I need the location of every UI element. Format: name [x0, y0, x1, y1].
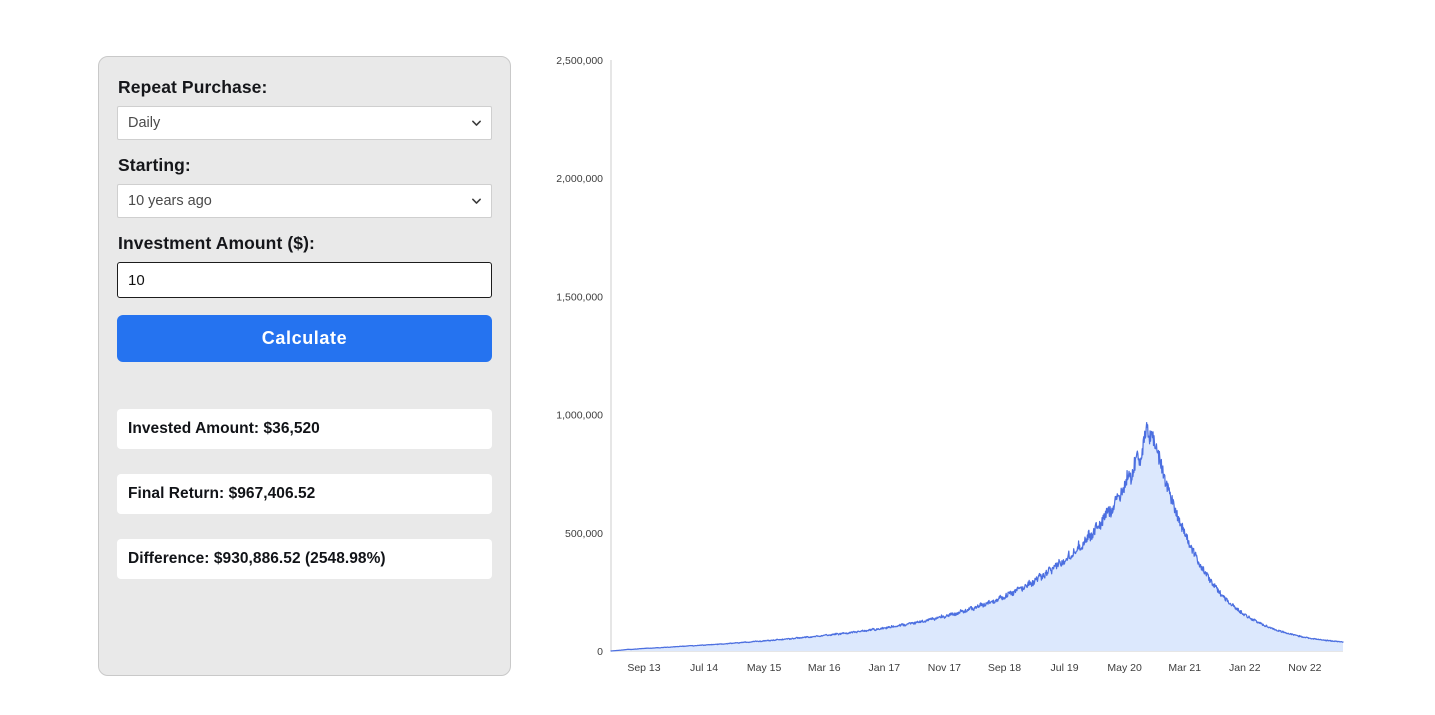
- x-tick-label: Nov 17: [928, 662, 961, 674]
- chart-area-fill: [611, 422, 1343, 651]
- repeat-purchase-value[interactable]: Daily: [117, 106, 492, 140]
- portfolio-value-chart: 0 500,000 1,000,000 1,500,000 2,000,000 2,500…: [540, 48, 1370, 688]
- y-tick-label: 0: [597, 646, 603, 658]
- y-tick-label: 2,000,000: [556, 173, 603, 185]
- x-tick-label: Mar 21: [1168, 662, 1201, 674]
- page-root: Repeat Purchase: Daily Starting: 10 year…: [0, 0, 1435, 715]
- y-tick-label: 500,000: [565, 528, 603, 540]
- x-axis-ticks: Sep 13 Jul 14 May 15 Mar 16 Jan 17 Nov 17 Sep …: [627, 662, 1321, 674]
- calculate-button[interactable]: Calculate: [117, 315, 492, 362]
- starting-select[interactable]: 10 years ago: [117, 184, 492, 218]
- chart-svg: 0 500,000 1,000,000 1,500,000 2,000,000 2,500…: [556, 55, 1344, 674]
- x-tick-label: Nov 22: [1288, 662, 1321, 674]
- x-tick-label: Jan 22: [1229, 662, 1261, 674]
- x-tick-label: Jan 17: [869, 662, 901, 674]
- investment-amount-input[interactable]: 10: [117, 262, 492, 298]
- calculator-panel: Repeat Purchase: Daily Starting: 10 year…: [98, 56, 511, 676]
- y-tick-label: 1,500,000: [556, 291, 603, 303]
- x-tick-label: Jul 19: [1051, 662, 1079, 674]
- starting-value[interactable]: 10 years ago: [117, 184, 492, 218]
- x-tick-label: Mar 16: [808, 662, 841, 674]
- y-axis-ticks: 0 500,000 1,000,000 1,500,000 2,000,000 2,500…: [556, 55, 603, 658]
- result-final-return: Final Return: $967,406.52: [117, 474, 492, 514]
- investment-amount-label: Investment Amount ($):: [118, 233, 315, 253]
- starting-label: Starting:: [118, 155, 191, 175]
- repeat-purchase-label: Repeat Purchase:: [118, 77, 268, 97]
- x-tick-label: Jul 14: [690, 662, 718, 674]
- y-tick-label: 2,500,000: [556, 55, 603, 67]
- results-list: Invested Amount: $36,520 Final Return: $…: [117, 409, 492, 579]
- x-tick-label: Sep 13: [627, 662, 660, 674]
- repeat-purchase-select[interactable]: Daily: [117, 106, 492, 140]
- x-tick-label: Sep 18: [988, 662, 1021, 674]
- x-tick-label: May 20: [1107, 662, 1142, 674]
- result-difference: Difference: $930,886.52 (2548.98%): [117, 539, 492, 579]
- y-tick-label: 1,000,000: [556, 410, 603, 422]
- x-tick-label: May 15: [747, 662, 782, 674]
- result-invested-amount: Invested Amount: $36,520: [117, 409, 492, 449]
